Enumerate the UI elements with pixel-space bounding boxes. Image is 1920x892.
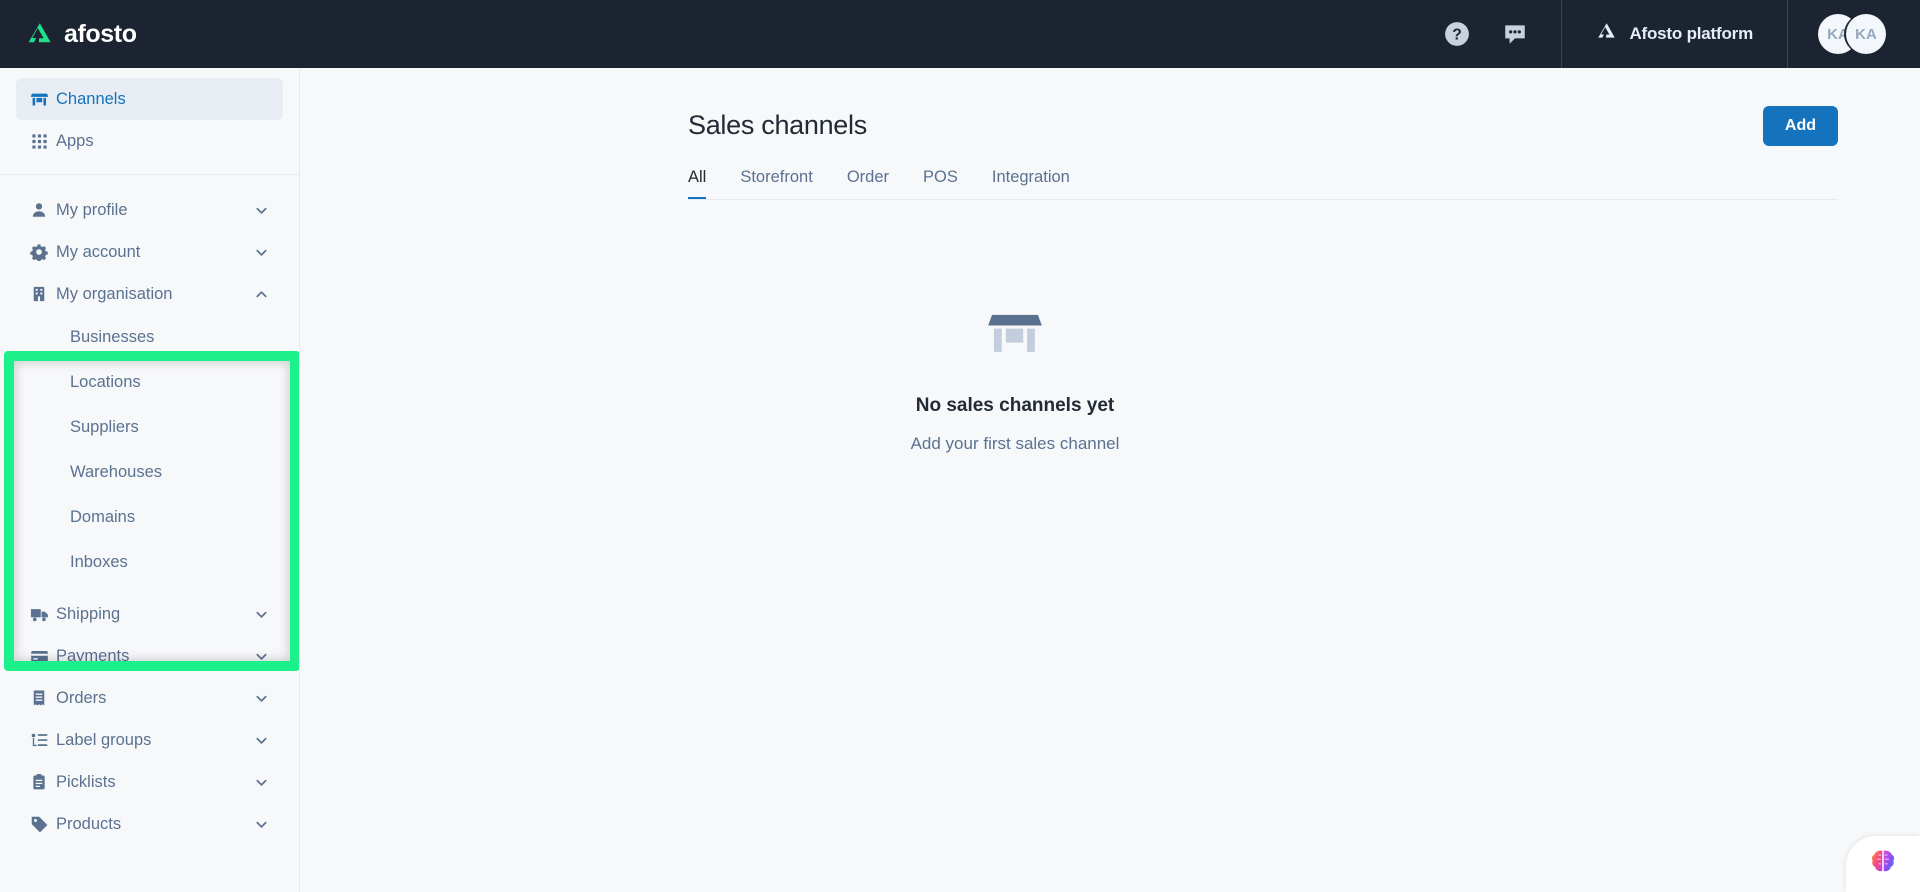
sidebar-subitem-suppliers[interactable]: Suppliers [16, 405, 283, 450]
gear-icon [30, 243, 56, 261]
chevron-down-icon[interactable] [253, 690, 269, 706]
sidebar-subitem-businesses[interactable]: Businesses [16, 315, 283, 360]
sidebar-subitem-label: Locations [70, 373, 141, 391]
sidebar-item-my-account[interactable]: My account [16, 231, 283, 273]
platform-label: Afosto platform [1629, 24, 1753, 43]
empty-state: No sales channels yet Add your first sal… [300, 304, 1920, 454]
tab-bar: All Storefront Order POS Integration [688, 168, 1838, 199]
sidebar-subitem-label: Businesses [70, 328, 155, 346]
tab-bar-rule [688, 199, 1838, 200]
sidebar-item-apps[interactable]: Apps [16, 120, 283, 162]
sidebar-groups: My profile My account My organisation Bu… [0, 189, 299, 845]
sidebar-item-label: Label groups [56, 730, 152, 749]
sidebar-item-my-organisation[interactable]: My organisation [16, 273, 283, 315]
tab-all[interactable]: All [688, 168, 707, 199]
sidebar-item-channels[interactable]: Channels [16, 78, 283, 120]
sidebar-item-picklists[interactable]: Picklists [16, 761, 283, 803]
tab-pos[interactable]: POS [923, 168, 958, 199]
brand-name: afosto [64, 19, 137, 48]
chevron-down-icon[interactable] [253, 202, 269, 218]
sidebar-item-label: Picklists [56, 772, 116, 791]
sidebar-subitem-inboxes[interactable]: Inboxes [16, 540, 283, 585]
empty-state-title: No sales channels yet [915, 395, 1115, 416]
sidebar: Channels Apps My profile My account My o… [0, 68, 300, 892]
avatar[interactable]: KA [1846, 14, 1886, 54]
page-title: Sales channels [688, 110, 867, 140]
sidebar-divider [0, 174, 299, 175]
sidebar-item-orders[interactable]: Orders [16, 677, 283, 719]
tag-icon [30, 815, 56, 834]
empty-state-subtitle: Add your first sales channel [910, 434, 1120, 453]
brain-icon [1868, 847, 1898, 882]
main-header-area: Sales channels Add All Storefront Order … [300, 106, 1920, 199]
sidebar-item-products[interactable]: Products [16, 803, 283, 845]
store-icon [986, 304, 1044, 367]
sidebar-subitem-label: Inboxes [70, 553, 128, 571]
add-button[interactable]: Add [1762, 106, 1838, 146]
sidebar-primary-group: Channels Apps [0, 78, 299, 162]
sidebar-item-label: My profile [56, 200, 128, 219]
sidebar-subitem-warehouses[interactable]: Warehouses [16, 450, 283, 495]
user-icon [30, 201, 56, 219]
platform-switcher[interactable]: Afosto platform [1562, 0, 1787, 68]
avatar-group[interactable]: KA KA [1788, 14, 1920, 54]
chevron-down-icon[interactable] [253, 774, 269, 790]
help-circle-icon[interactable]: ? [1443, 20, 1471, 48]
body-region: Channels Apps My profile My account My o… [0, 68, 1920, 892]
tab-order[interactable]: Order [847, 168, 889, 199]
brand-logo-link[interactable]: afosto [0, 20, 300, 48]
page-header: Sales channels Add [688, 106, 1838, 146]
clipboard-icon [30, 773, 56, 791]
main-content: Sales channels Add All Storefront Order … [300, 68, 1920, 892]
sidebar-item-label: Payments [56, 646, 130, 665]
afosto-mark-icon [1596, 21, 1617, 47]
sidebar-subitem-label: Domains [70, 508, 136, 526]
credit-card-icon [30, 647, 56, 666]
chevron-down-icon[interactable] [253, 244, 269, 260]
truck-icon [30, 605, 56, 624]
sidebar-item-label: My organisation [56, 284, 173, 303]
topbar-icon-group: ? [1443, 20, 1561, 48]
sidebar-item-label-groups[interactable]: Label groups [16, 719, 283, 761]
tab-integration[interactable]: Integration [992, 168, 1070, 199]
sidebar-subitem-domains[interactable]: Domains [16, 495, 283, 540]
sidebar-item-label: Shipping [56, 604, 121, 623]
chevron-down-icon[interactable] [253, 816, 269, 832]
sidebar-subitem-label: Warehouses [70, 463, 163, 481]
sidebar-item-my-profile[interactable]: My profile [16, 189, 283, 231]
chevron-down-icon[interactable] [253, 606, 269, 622]
label-list-icon [30, 731, 56, 750]
receipt-icon [30, 689, 56, 707]
chevron-up-icon[interactable] [253, 286, 269, 302]
sidebar-item-label: Channels [56, 89, 126, 108]
svg-text:?: ? [1453, 27, 1463, 44]
afosto-logo-icon [26, 20, 54, 48]
sidebar-item-shipping[interactable]: Shipping [16, 593, 283, 635]
chevron-down-icon[interactable] [253, 732, 269, 748]
sidebar-item-label: My account [56, 242, 141, 261]
ai-assistant-button[interactable] [1846, 836, 1920, 892]
chevron-down-icon[interactable] [253, 648, 269, 664]
sidebar-item-payments[interactable]: Payments [16, 635, 283, 677]
chat-bubble-icon[interactable] [1501, 20, 1529, 48]
sidebar-item-label: Orders [56, 688, 107, 707]
sidebar-item-label: Products [56, 814, 122, 833]
store-icon [30, 90, 56, 109]
tab-storefront[interactable]: Storefront [740, 168, 812, 199]
grid-icon [30, 132, 56, 151]
sidebar-subitem-label: Suppliers [70, 418, 139, 436]
building-icon [30, 285, 56, 303]
top-bar: afosto ? Afosto platform KA KA [0, 0, 1920, 68]
sidebar-item-label: Apps [56, 131, 94, 150]
app-root: afosto ? Afosto platform KA KA Channels … [0, 0, 1920, 892]
sidebar-subitem-locations[interactable]: Locations [16, 360, 283, 405]
